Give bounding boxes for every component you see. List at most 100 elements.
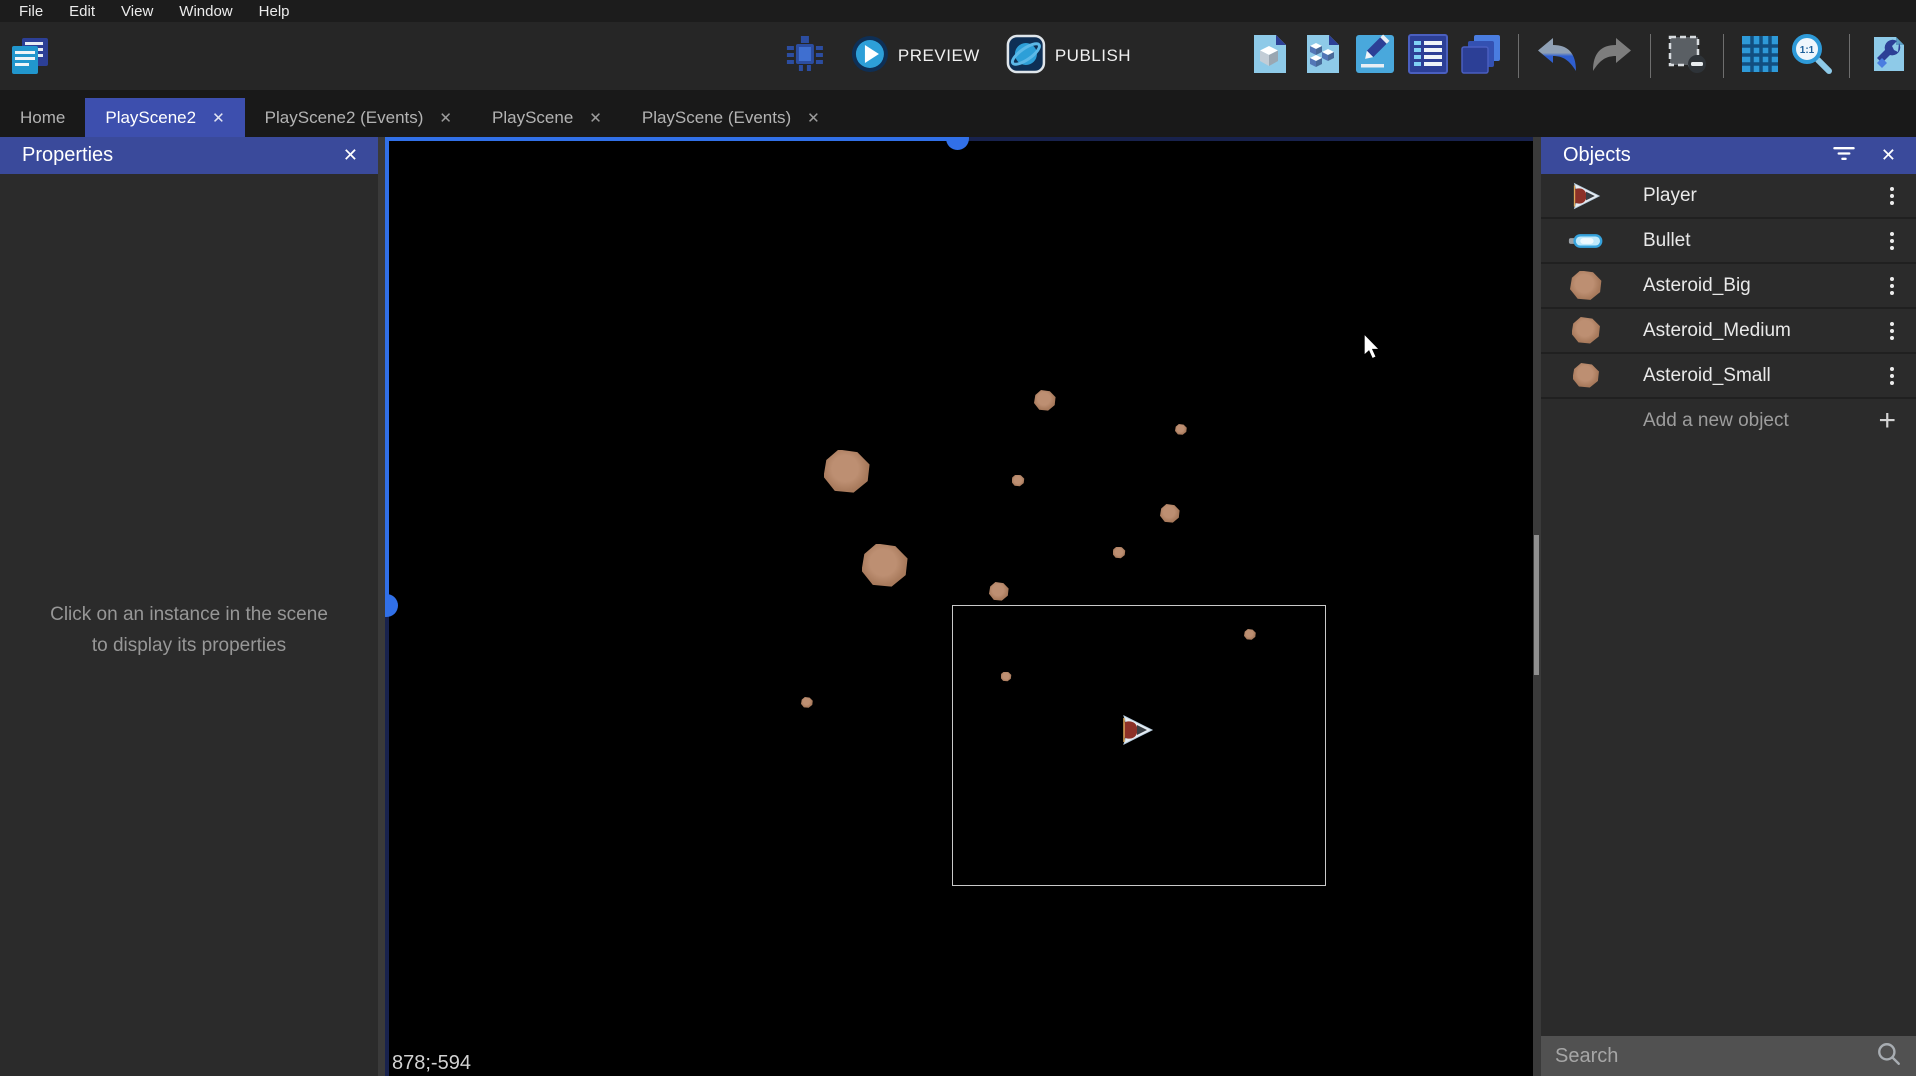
- asteroid-icon: [1565, 363, 1607, 388]
- preview-label: PREVIEW: [898, 46, 980, 66]
- scene-instance-asteroid-small[interactable]: [1113, 547, 1126, 559]
- vertical-scrollbar[interactable]: [385, 137, 389, 1076]
- svg-text:1:1: 1:1: [1800, 45, 1815, 56]
- mouse-cursor: [1363, 333, 1381, 365]
- scene-instance-asteroid-big[interactable]: [862, 544, 909, 588]
- kebab-menu-icon[interactable]: [1884, 318, 1900, 344]
- object-name: Asteroid_Small: [1643, 365, 1884, 387]
- toolbar-separator: [1723, 34, 1724, 78]
- kebab-menu-icon[interactable]: [1884, 183, 1900, 209]
- layers-button[interactable]: [1460, 33, 1502, 80]
- objects-title: Objects: [1563, 144, 1833, 167]
- tab-playscene-events[interactable]: PlayScene (Events) ✕: [622, 98, 840, 137]
- publish-button[interactable]: PUBLISH: [1006, 34, 1131, 79]
- zoom-1-1-button[interactable]: 1:1: [1791, 33, 1833, 80]
- scene-instance-player[interactable]: [1120, 713, 1154, 747]
- debug-button[interactable]: [785, 34, 825, 79]
- tab-label: Home: [20, 108, 65, 128]
- menu-window[interactable]: Window: [166, 3, 245, 20]
- scene-instance-asteroid-medium[interactable]: [1034, 390, 1056, 411]
- toolbar-separator: [1518, 34, 1519, 78]
- tab-label: PlayScene2 (Events): [265, 108, 424, 128]
- properties-button[interactable]: [1354, 33, 1396, 80]
- close-icon[interactable]: ✕: [807, 109, 820, 127]
- close-icon[interactable]: ✕: [1877, 145, 1900, 166]
- object-row-bullet[interactable]: Bullet: [1541, 219, 1916, 264]
- undo-icon: [1535, 35, 1579, 78]
- properties-panel: Properties ✕ Click on an instance in the…: [0, 137, 378, 1076]
- grid-icon: [1740, 34, 1780, 79]
- editor-scroll-thumb[interactable]: [1534, 535, 1539, 675]
- zoom-1-1-icon: 1:1: [1791, 33, 1833, 80]
- scene-canvas[interactable]: 878;-594: [385, 137, 1533, 1076]
- menu-edit[interactable]: Edit: [56, 3, 108, 20]
- player-ship-icon: [1565, 181, 1607, 211]
- pencil-icon: [1354, 33, 1396, 80]
- wrench-icon: [1866, 33, 1908, 80]
- toolbar-separator: [1650, 34, 1651, 78]
- object-row-asteroid-big[interactable]: Asteroid_Big: [1541, 264, 1916, 309]
- objects-panel: Objects ✕ Player: [1541, 137, 1916, 1076]
- debugger-tools-button[interactable]: [1866, 33, 1908, 80]
- tab-playscene2[interactable]: PlayScene2 ✕: [85, 98, 244, 137]
- grid-button[interactable]: [1740, 34, 1780, 79]
- filter-icon[interactable]: [1833, 145, 1855, 167]
- kebab-menu-icon[interactable]: [1884, 273, 1900, 299]
- vertical-scroll-thumb[interactable]: [385, 594, 398, 617]
- object-row-asteroid-medium[interactable]: Asteroid_Medium: [1541, 309, 1916, 354]
- object-row-player[interactable]: Player: [1541, 174, 1916, 219]
- search-input[interactable]: [1555, 1045, 1876, 1068]
- editor-scrollbar[interactable]: [1533, 137, 1541, 1076]
- asteroid-icon: [1565, 271, 1607, 301]
- undo-button[interactable]: [1535, 35, 1579, 78]
- toolbar-separator: [1849, 34, 1850, 78]
- close-icon[interactable]: ✕: [212, 109, 225, 127]
- preview-button[interactable]: PREVIEW: [851, 35, 980, 78]
- object-groups-icon: [1301, 33, 1343, 80]
- close-icon[interactable]: ✕: [439, 109, 452, 127]
- tab-home[interactable]: Home: [0, 98, 85, 137]
- object-name: Asteroid_Big: [1643, 275, 1884, 297]
- project-manager-icon: [8, 34, 52, 83]
- menu-view[interactable]: View: [108, 3, 166, 20]
- deselect-icon: [1667, 34, 1707, 79]
- scene-instance-asteroid-big[interactable]: [824, 450, 871, 494]
- toolbar: PREVIEW PUBLISH: [0, 22, 1916, 90]
- redo-icon: [1590, 35, 1634, 78]
- redo-button[interactable]: [1590, 35, 1634, 78]
- scene-instance-asteroid-small[interactable]: [1012, 475, 1025, 487]
- close-icon[interactable]: ✕: [589, 109, 602, 127]
- scene-instance-asteroid-small[interactable]: [801, 697, 813, 708]
- objects-editor-button[interactable]: [1248, 33, 1290, 80]
- project-manager-button[interactable]: [8, 34, 52, 83]
- object-name: Player: [1643, 185, 1884, 207]
- properties-empty-message: Click on an instance in the scene to dis…: [0, 599, 378, 662]
- tab-playscene[interactable]: PlayScene ✕: [472, 98, 622, 137]
- tab-label: PlayScene (Events): [642, 108, 791, 128]
- horizontal-scrollbar[interactable]: [385, 137, 1533, 141]
- close-icon[interactable]: ✕: [339, 145, 362, 166]
- left-splitter[interactable]: [378, 137, 385, 1076]
- search-icon: [1876, 1041, 1902, 1072]
- scene-instance-asteroid-medium[interactable]: [989, 582, 1009, 601]
- menu-help[interactable]: Help: [246, 3, 303, 20]
- properties-title: Properties: [22, 144, 339, 167]
- publish-label: PUBLISH: [1055, 46, 1131, 66]
- instances-list-button[interactable]: [1407, 33, 1449, 80]
- layers-icon: [1460, 33, 1502, 80]
- horizontal-scroll-thumb[interactable]: [946, 137, 969, 150]
- add-object-button[interactable]: Add a new object +: [1541, 399, 1916, 443]
- scene-instance-asteroid-medium[interactable]: [1160, 504, 1180, 523]
- objects-header: Objects ✕: [1541, 137, 1916, 174]
- deselect-button[interactable]: [1667, 34, 1707, 79]
- object-name: Bullet: [1643, 230, 1884, 252]
- scene-instance-asteroid-small[interactable]: [1175, 424, 1187, 435]
- object-groups-button[interactable]: [1301, 33, 1343, 80]
- kebab-menu-icon[interactable]: [1884, 228, 1900, 254]
- tab-playscene2-events[interactable]: PlayScene2 (Events) ✕: [245, 98, 472, 137]
- kebab-menu-icon[interactable]: [1884, 363, 1900, 389]
- menu-file[interactable]: File: [6, 3, 56, 20]
- plus-icon: +: [1874, 406, 1900, 436]
- cursor-coordinates: 878;-594: [392, 1052, 471, 1075]
- object-row-asteroid-small[interactable]: Asteroid_Small: [1541, 354, 1916, 399]
